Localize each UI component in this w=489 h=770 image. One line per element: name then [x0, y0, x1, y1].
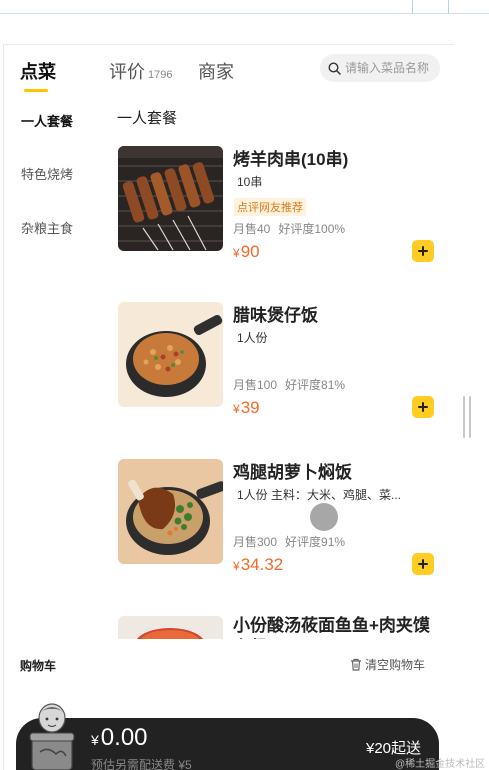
- dish-item[interactable]: 小份酸汤莜面鱼鱼+肉夹馍套餐: [118, 616, 438, 639]
- plus-icon: [418, 246, 428, 256]
- trash-icon: [351, 658, 361, 671]
- dish-item[interactable]: 鸡腿胡萝卜焖饭 1人份 主料：大米、鸡腿、菜... 月售300 好评度91% ¥3…: [118, 459, 438, 575]
- search-input[interactable]: [345, 61, 437, 75]
- clear-cart-button[interactable]: 清空购物车: [350, 656, 425, 673]
- dish-stats: 月售40 好评度100%: [233, 220, 345, 237]
- checkout-bar: ¥0.00 预估另需配送费 ¥5 ¥20起送: [16, 718, 439, 770]
- frame-divider: [448, 0, 449, 14]
- search-box[interactable]: [320, 54, 440, 82]
- window-frame-top: [0, 0, 489, 14]
- cart-total: ¥0.00: [91, 724, 148, 751]
- search-icon: [328, 61, 341, 75]
- add-to-cart-button[interactable]: [412, 396, 434, 418]
- cart-mascot-icon[interactable]: [26, 700, 78, 770]
- cart-title: 购物车: [20, 659, 57, 673]
- recommend-badge: 点评网友推荐: [234, 198, 306, 216]
- rating: 好评度81%: [285, 378, 346, 392]
- delivery-fee-note: 预估另需配送费 ¥5: [91, 758, 192, 770]
- dish-stats: 月售300 好评度91%: [233, 533, 345, 550]
- tab-merchant[interactable]: 商家: [198, 58, 234, 84]
- dish-image-sour-soup: [118, 616, 223, 639]
- tab-bar: 点菜 评价 1796 商家: [4, 45, 454, 99]
- sidebar-item-grain-staples[interactable]: 杂粮主食: [21, 218, 73, 237]
- monthly-sales: 月售100: [233, 378, 278, 392]
- dish-price: ¥39: [233, 398, 260, 417]
- resize-handle[interactable]: [463, 396, 471, 438]
- monthly-sales: 月售40: [233, 222, 271, 236]
- dish-description: 10串: [237, 175, 263, 189]
- dish-name: 腊味煲仔饭: [233, 306, 318, 325]
- rating: 好评度91%: [285, 535, 346, 549]
- dish-item[interactable]: 腊味煲仔饭 1人份 月售100 好评度81% ¥39: [118, 302, 438, 418]
- cart-header: 购物车 清空购物车: [4, 640, 454, 690]
- add-to-cart-button[interactable]: [412, 553, 434, 575]
- category-sidebar: 一人套餐 特色烧烤 杂粮主食: [4, 99, 100, 659]
- active-tab-indicator: [24, 89, 48, 92]
- sidebar-item-bbq[interactable]: 特色烧烤: [21, 164, 73, 183]
- sidebar-item-set-meal[interactable]: 一人套餐: [21, 111, 73, 130]
- dish-item[interactable]: 烤羊肉串(10串) 10串 点评网友推荐 月售40 好评度100% ¥90: [118, 146, 438, 262]
- reviews-count: 1796: [148, 69, 173, 81]
- tab-reviews[interactable]: 评价 1796: [109, 58, 172, 84]
- dish-description: 1人份: [237, 331, 268, 345]
- plus-icon: [418, 402, 428, 412]
- dish-list: 一人套餐 烤羊肉串(10串) 10串 点评网友推荐 月售40 好评度100% ¥…: [100, 99, 454, 639]
- dish-name: 烤羊肉串(10串): [233, 150, 349, 169]
- add-to-cart-button[interactable]: [412, 240, 434, 262]
- dish-image-claypot-rice: [118, 302, 223, 407]
- dish-price: ¥90: [233, 242, 260, 261]
- dish-stats: 月售100 好评度81%: [233, 376, 345, 393]
- rating: 好评度100%: [278, 222, 346, 236]
- dish-image-lamb-skewers: [118, 146, 223, 251]
- monthly-sales: 月售300: [233, 535, 278, 549]
- plus-icon: [418, 559, 428, 569]
- touch-cursor: [310, 503, 338, 531]
- dish-image-chicken-leg-rice: [118, 459, 223, 564]
- dish-name: 小份酸汤莜面鱼鱼+肉夹馍套餐: [233, 616, 430, 639]
- section-title: 一人套餐: [117, 110, 178, 127]
- frame-divider: [412, 0, 413, 14]
- tab-order[interactable]: 点菜: [20, 58, 56, 84]
- watermark: @稀土掘金技术社区: [395, 759, 486, 770]
- dish-price: ¥34.32: [233, 555, 284, 574]
- dish-description: 1人份 主料：大米、鸡腿、菜...: [237, 488, 402, 502]
- dish-name: 鸡腿胡萝卜焖饭: [233, 463, 352, 482]
